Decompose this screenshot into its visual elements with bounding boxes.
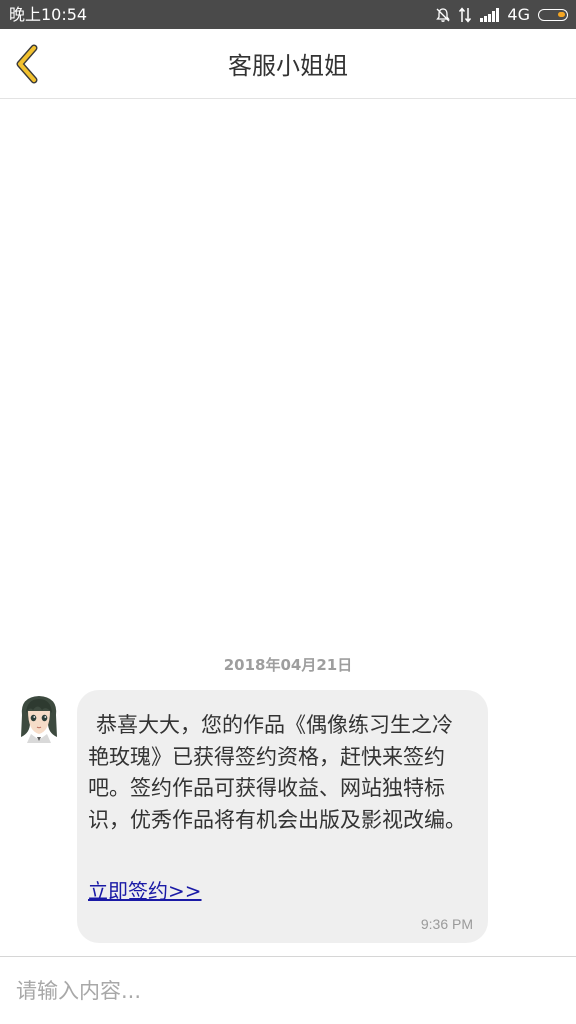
status-bar: 晚上10:54 4G xyxy=(0,0,576,29)
bell-muted-icon xyxy=(436,7,451,22)
network-type: 4G xyxy=(507,5,530,24)
sign-contract-link[interactable]: 立即签约>> xyxy=(88,875,202,904)
status-icons: 4G xyxy=(427,4,568,25)
message-time: 9:36 PM xyxy=(420,916,473,932)
message-input[interactable] xyxy=(14,967,558,1015)
header: 客服小姐姐 xyxy=(0,29,576,99)
status-time: 晚上10:54 xyxy=(9,5,88,24)
data-arrows-icon xyxy=(459,6,472,23)
message-text: 恭喜大大，您的作品《偶像练习生之冷艳玫瑰》已获得签约资格，赶快来签约吧。签约作品… xyxy=(88,713,466,832)
battery-icon xyxy=(538,8,568,21)
date-separator: 2018年04月21日 xyxy=(223,656,353,674)
message-bubble: 恭喜大大，您的作品《偶像练习生之冷艳玫瑰》已获得签约资格，赶快来签约吧。签约作品… xyxy=(77,690,488,943)
battery-level xyxy=(558,11,565,17)
input-bar xyxy=(0,956,576,1024)
page-title: 客服小姐姐 xyxy=(228,52,348,80)
avatar[interactable] xyxy=(18,693,60,743)
chat-area[interactable]: 2018年04月21日 恭喜大大，您的作品《偶像练习生之冷艳玫瑰》已获得签约资格… xyxy=(0,99,576,956)
signal-icon xyxy=(479,7,500,22)
